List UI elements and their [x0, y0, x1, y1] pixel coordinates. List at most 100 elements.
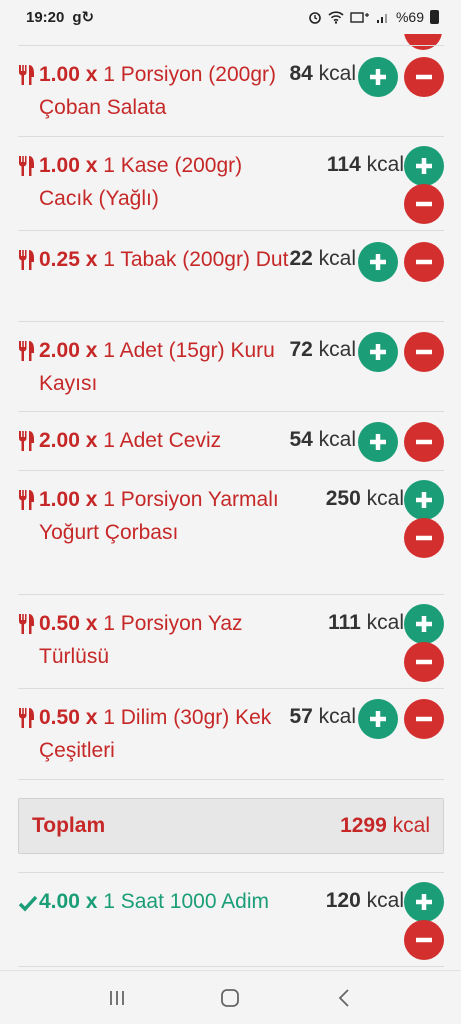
plus-icon [370, 711, 386, 727]
food-label: 2.00 x 1 Adet Ceviz [39, 424, 289, 457]
fork-knife-icon [19, 614, 34, 634]
list-item: 2.00 x 1 Adet (15gr) Kuru Kayısı 72 kcal [18, 322, 444, 412]
remove-button[interactable] [404, 57, 444, 97]
data-icon [350, 11, 369, 23]
kcal-value: 84 [289, 62, 313, 85]
activity-kcal: 120 kcal [326, 889, 404, 913]
total-summary: Toplam 1299 kcal [18, 798, 444, 854]
total-kcal-unit: kcal [392, 814, 430, 837]
kcal-value: 120 [325, 889, 361, 912]
list-item: 0.50 x 1 Porsiyon Yaz Türlüsü 111 kcal [18, 595, 444, 689]
kcal-value: 72 [289, 338, 313, 361]
fork-knife-icon [19, 341, 34, 361]
remove-button[interactable] [404, 332, 444, 372]
remove-button[interactable] [404, 518, 444, 558]
remove-button[interactable] [404, 242, 444, 282]
plus-icon [416, 492, 432, 508]
activity-description: 1 Saat 1000 Adim [103, 890, 270, 913]
food-kcal: 57 kcal [289, 705, 356, 729]
add-button[interactable] [404, 882, 444, 922]
food-kcal: 114 kcal [327, 153, 404, 177]
remove-button[interactable] [404, 642, 444, 682]
food-kcal: 22 kcal [289, 247, 356, 271]
activity-quantity: 4.00 x [39, 890, 98, 913]
food-kcal: 250 kcal [326, 487, 404, 511]
kcal-unit: kcal [366, 487, 404, 510]
add-button[interactable] [358, 332, 398, 372]
fork-knife-icon [19, 250, 34, 270]
add-button[interactable] [358, 422, 398, 462]
food-quantity: 0.50 x [39, 612, 98, 635]
minus-icon [416, 349, 432, 355]
total-kcal-value: 1299 [340, 814, 387, 837]
status-time: 19:20 [26, 8, 65, 26]
back-button[interactable] [324, 978, 364, 1018]
list-item: 2.00 x 1 Adet Ceviz 54 kcal [18, 412, 444, 471]
kcal-unit: kcal [318, 428, 356, 451]
remove-button[interactable] [404, 422, 444, 462]
navigation-bar [0, 970, 461, 1024]
plus-icon [370, 254, 386, 270]
food-label: 1.00 x 1 Porsiyon (200gr) Çoban Salata [39, 58, 289, 124]
minus-icon [416, 259, 432, 265]
signal-icon [376, 13, 387, 23]
kcal-value: 250 [325, 487, 361, 510]
battery-level: %69 [395, 9, 424, 25]
total-label: Toplam [32, 814, 106, 837]
list-item: 1.00 x 1 Porsiyon Yarmalı Yoğurt Çorbası… [18, 471, 444, 595]
kcal-unit: kcal [318, 62, 356, 85]
kcal-unit: kcal [318, 247, 356, 270]
plus-icon [416, 894, 432, 910]
fork-knife-icon [19, 708, 34, 728]
food-label: 0.50 x 1 Dilim (30gr) Kek Çeşitleri [39, 701, 289, 767]
kcal-value: 57 [289, 705, 313, 728]
minus-icon [416, 659, 432, 665]
kcal-value: 114 [326, 153, 361, 176]
recent-apps-button[interactable] [97, 978, 137, 1018]
kcal-unit: kcal [318, 705, 356, 728]
kcal-unit: kcal [366, 611, 404, 634]
wifi-icon [328, 10, 344, 24]
minus-icon [416, 201, 432, 207]
activity-item: 4.00 x 1 Saat 1000 Adim 120 kcal [18, 873, 444, 967]
home-button[interactable] [210, 978, 250, 1018]
add-button[interactable] [358, 699, 398, 739]
remove-button[interactable] [404, 184, 444, 224]
minus-icon [416, 439, 432, 445]
kcal-value: 54 [289, 428, 313, 451]
add-button[interactable] [404, 146, 444, 186]
plus-icon [416, 158, 432, 174]
food-label: 0.50 x 1 Porsiyon Yaz Türlüsü [39, 607, 289, 673]
kcal-value: 22 [289, 247, 313, 270]
food-quantity: 2.00 x [39, 429, 98, 452]
status-left: 19:20 g↻ [26, 8, 95, 27]
food-kcal: 54 kcal [289, 428, 356, 452]
minus-icon [416, 74, 432, 80]
add-button[interactable] [404, 604, 444, 644]
status-right: %69 [308, 9, 439, 25]
food-quantity: 1.00 x [39, 63, 98, 86]
recent-apps-icon [109, 990, 124, 1005]
notification-icons: g↻ [72, 9, 95, 26]
add-button[interactable] [358, 57, 398, 97]
kcal-value: 111 [328, 611, 361, 634]
add-button[interactable] [358, 242, 398, 282]
back-icon [338, 988, 349, 1007]
home-icon [221, 988, 240, 1007]
remove-button[interactable] [404, 699, 444, 739]
list-item: 1.00 x 1 Porsiyon (200gr) Çoban Salata 8… [18, 46, 444, 137]
food-quantity: 1.00 x [39, 154, 98, 177]
fork-knife-icon [19, 431, 34, 451]
battery-icon [430, 10, 439, 24]
kcal-unit: kcal [366, 153, 404, 176]
remove-button[interactable] [404, 920, 444, 960]
total-kcal: 1299 kcal [340, 814, 430, 838]
status-bar: 19:20 g↻ %69 [0, 0, 461, 34]
food-kcal: 84 kcal [289, 62, 356, 86]
add-button[interactable] [404, 480, 444, 520]
food-quantity: 2.00 x [39, 339, 98, 362]
food-quantity: 1.00 x [39, 488, 98, 511]
food-label: 2.00 x 1 Adet (15gr) Kuru Kayısı [39, 334, 289, 400]
food-quantity: 0.50 x [39, 706, 98, 729]
food-label: 1.00 x 1 Porsiyon Yarmalı Yoğurt Çorbası [39, 483, 289, 549]
